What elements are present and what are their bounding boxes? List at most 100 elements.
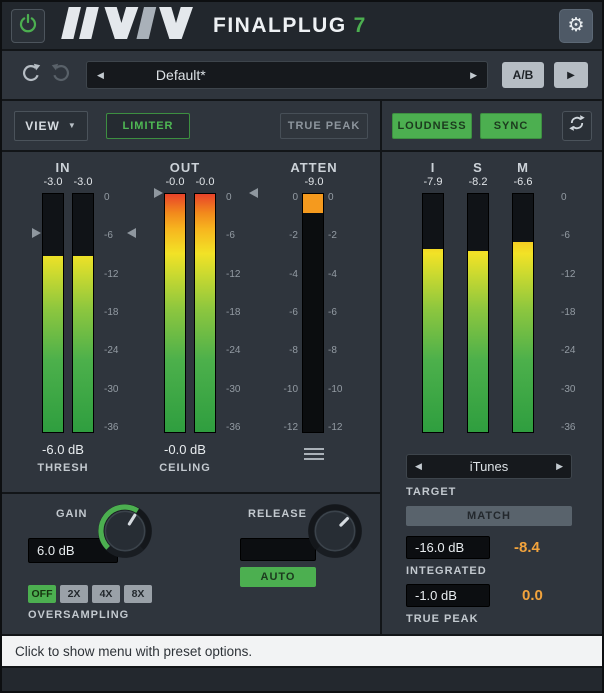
ab-compare-button[interactable]: A/B [502,62,544,88]
chevron-down-icon: ▼ [68,121,77,130]
atten-meter-bar [302,193,324,433]
redo-button[interactable] [46,60,76,90]
gain-section: GAIN 6.0 dB RELEASE [2,492,380,634]
preset-selector[interactable]: ◀ Default* ▶ [86,61,488,89]
plugin-name: FINALPLUG [213,14,347,37]
ceiling-value[interactable]: -0.0 dB [154,442,216,457]
limiter-panel: IN -3.0 -3.0 0 -6 -12 -18 -24 -30 [2,152,382,634]
momentary-meter-bar [512,193,534,433]
toolbar-right: LOUDNESS SYNC [382,101,602,150]
threshold-label: THRESH [32,462,94,474]
power-button[interactable] [11,9,45,43]
undo-icon [20,62,42,89]
momentary-meter-label: M [517,160,529,176]
true-peak-target-input[interactable]: -1.0 dB [406,584,490,607]
play-button[interactable]: ▶ [554,62,588,88]
output-meter-group: OUT -0.0 -0.0 0 -6 -12 -18 -24 -30 [154,160,258,474]
atten-peak-readout: -9.0 [278,176,350,193]
gear-icon: ⚙ [567,16,584,35]
meters-area: IN -3.0 -3.0 0 -6 -12 -18 -24 -30 [2,152,380,492]
integrated-meter-readout: -7.9 [424,176,443,193]
shortterm-meter-bar [467,193,489,433]
output-peak-left: -0.0 [164,176,186,193]
loudness-meter-group: I -7.9 S -8.2 M -6.6 0 -6 -12 -18 [422,160,583,433]
plugin-title: FINALPLUG 7 [213,14,367,38]
auto-release-toggle[interactable]: AUTO [240,567,316,587]
redo-icon [50,62,72,89]
atten-meter-group: ATTEN -9.0 0 -2 -4 -6 -8 -10 -12 0 [278,160,350,465]
input-meter-bar-right [72,193,94,433]
meter-menu-button[interactable] [295,443,333,465]
ceiling-marker-right[interactable] [249,188,258,198]
oversampling-off-button[interactable]: OFF [28,585,56,603]
loudness-reset-button[interactable] [562,111,592,141]
ceiling-marker-left[interactable] [154,188,163,198]
gain-label: GAIN [56,508,88,520]
release-input[interactable] [240,538,316,561]
footer-bar [2,666,602,691]
preset-prev-icon[interactable]: ◀ [97,70,104,81]
target-label: TARGET [406,486,456,498]
loudness-panel: I -7.9 S -8.2 M -6.6 0 -6 -12 -18 [382,152,602,634]
target-prev-icon[interactable]: ◀ [415,461,422,472]
input-peak-right: -3.0 [72,176,94,193]
sync-toggle[interactable]: SYNC [480,113,542,139]
preset-name: Default* [104,67,470,83]
play-icon: ▶ [567,70,575,81]
limiter-toggle[interactable]: LIMITER [106,113,190,139]
release-label: RELEASE [248,508,307,520]
threshold-marker-right[interactable] [127,228,136,238]
oversampling-2x-button[interactable]: 2X [60,585,88,603]
atten-meter-label: ATTEN [278,160,350,176]
match-button[interactable]: MATCH [406,506,572,526]
undo-button[interactable] [16,60,46,90]
threshold-marker-left[interactable] [32,228,41,238]
preset-next-icon[interactable]: ▶ [470,70,477,81]
brand-logo [57,7,199,44]
input-meter-bar-left [42,193,64,433]
integrated-target-input[interactable]: -16.0 dB [406,536,490,559]
loudness-meter-scale: 0 -6 -12 -18 -24 -30 -36 [557,160,583,433]
target-name: iTunes [422,459,556,474]
input-meter-group: IN -3.0 -3.0 0 -6 -12 -18 -24 -30 [32,160,136,474]
integrated-meter: I -7.9 [422,160,444,433]
shortterm-meter: S -8.2 [467,160,489,433]
input-meter-label: IN [32,160,94,176]
settings-button[interactable]: ⚙ [559,9,593,43]
output-peak-readouts: -0.0 -0.0 [154,176,216,193]
oversampling-8x-button[interactable]: 8X [124,585,152,603]
output-meter-bar-left [164,193,186,433]
toolbar-left: VIEW ▼ LIMITER TRUE PEAK [2,101,382,150]
oversampling-4x-button[interactable]: 4X [92,585,120,603]
gain-knob[interactable] [96,502,154,560]
view-dropdown[interactable]: VIEW ▼ [14,111,88,141]
loudness-toggle[interactable]: LOUDNESS [392,113,472,139]
target-next-icon[interactable]: ▶ [556,461,563,472]
momentary-meter: M -6.6 [512,160,534,433]
input-peak-readouts: -3.0 -3.0 [32,176,94,193]
hamburger-icon [304,448,324,450]
output-peak-right: -0.0 [194,176,216,193]
momentary-meter-readout: -6.6 [514,176,533,193]
true-peak-toggle[interactable]: TRUE PEAK [280,113,368,139]
threshold-value[interactable]: -6.0 dB [32,442,94,457]
plugin-version: 7 [354,14,367,37]
target-selector[interactable]: ◀ iTunes ▶ [406,454,572,479]
integrated-readout: -8.4 [514,539,540,556]
true-peak-readout: 0.0 [522,587,543,604]
toolbar: VIEW ▼ LIMITER TRUE PEAK LOUDNESS SYNC [2,101,602,152]
output-meter-bar-right [194,193,216,433]
preset-bar: ◀ Default* ▶ A/B ▶ [2,51,602,101]
integrated-meter-label: I [431,160,436,176]
integrated-label: INTEGRATED [406,565,487,577]
shortterm-meter-readout: -8.2 [469,176,488,193]
output-meter-label: OUT [154,160,216,176]
status-bar: Click to show menu with preset options. [2,634,602,666]
integrated-meter-bar [422,193,444,433]
release-knob[interactable] [306,502,364,560]
refresh-icon [568,114,586,137]
finalplug-window: FINALPLUG7 ⚙ ◀ Defa [0,0,604,693]
shortterm-meter-label: S [473,160,483,176]
output-meter-scale: 0 -6 -12 -18 -24 -30 -36 [222,193,248,433]
true-peak-label: TRUE PEAK [406,613,479,625]
